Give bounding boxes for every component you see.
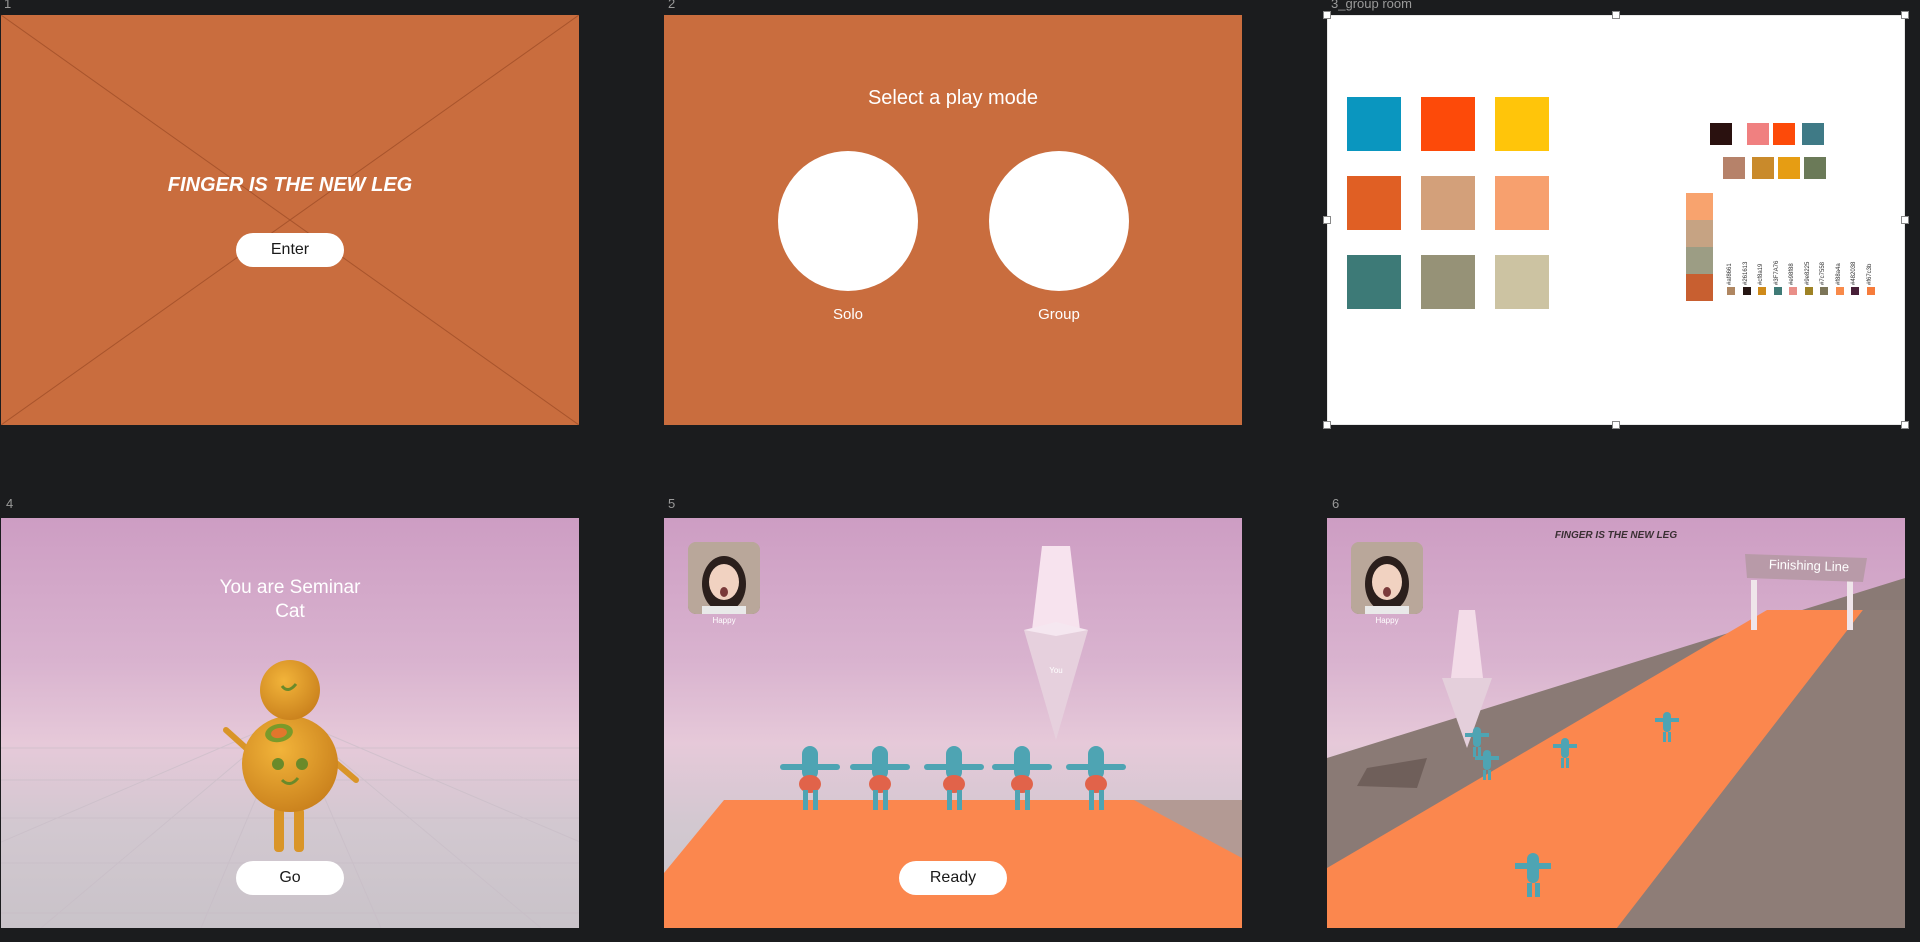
hex-color-dot bbox=[1835, 287, 1844, 295]
solo-mode-button[interactable] bbox=[778, 151, 918, 291]
character-heading-line2: Cat bbox=[275, 601, 305, 622]
resize-handle-tl[interactable] bbox=[1323, 11, 1331, 19]
frame-3-color-palette[interactable]: #af8661 #261613 #cf8a19 #3F7A76 #e98f88 #9e82… bbox=[1327, 15, 1905, 425]
emotion-caption: Happy bbox=[712, 616, 736, 625]
frame-2-mode-select[interactable]: Select a play mode Solo Group bbox=[664, 15, 1242, 425]
hex-code-label: #261613 bbox=[1742, 261, 1749, 285]
resize-handle-tr[interactable] bbox=[1901, 11, 1909, 19]
hex-code-label: #f88a4a bbox=[1835, 263, 1842, 285]
swatch-small-dark bbox=[1710, 123, 1732, 145]
frame-label-6: 6 bbox=[1332, 496, 1340, 511]
hex-code-label: #482038 bbox=[1851, 261, 1857, 285]
frame-label-1: 1 bbox=[4, 0, 12, 11]
ready-button[interactable]: Ready bbox=[899, 861, 1007, 895]
hex-code-label: #3F7A76 bbox=[1773, 260, 1780, 285]
swatch-small-orange bbox=[1773, 123, 1795, 145]
stack-rust bbox=[1686, 274, 1713, 301]
hex-color-dot bbox=[1742, 287, 1751, 295]
swatch-teal bbox=[1347, 255, 1401, 309]
frame-label-5: 5 bbox=[668, 496, 676, 511]
hex-color-dot bbox=[1851, 287, 1859, 295]
player-marker-label: You bbox=[1049, 666, 1063, 675]
resize-handle-tc[interactable] bbox=[1612, 11, 1620, 19]
frame-label-2: 2 bbox=[668, 0, 676, 11]
hex-code-label: #af8661 bbox=[1727, 263, 1733, 285]
selection-outline bbox=[1327, 15, 1905, 425]
game-title: FINGER IS THE NEW LEG bbox=[167, 174, 413, 196]
group-mode-button[interactable] bbox=[989, 151, 1129, 291]
placeholder-cross bbox=[1, 15, 579, 425]
swatch-tan bbox=[1421, 176, 1475, 230]
player-avatar bbox=[688, 542, 760, 614]
swatch-peach bbox=[1495, 176, 1549, 230]
character-heading-line1: You are Seminar bbox=[219, 577, 361, 598]
swatch-blue bbox=[1347, 97, 1401, 151]
frame-6-race[interactable]: FINGER IS THE NEW LEG Finishing Line Hap… bbox=[1327, 518, 1905, 928]
stack-tan bbox=[1686, 220, 1713, 247]
swatch-small-pink bbox=[1747, 123, 1769, 145]
enter-button[interactable]: Enter bbox=[236, 233, 344, 267]
frame-4-character-reveal[interactable]: You are Seminar Cat Go bbox=[1, 518, 579, 928]
hex-code-label: #f67c3b bbox=[1866, 263, 1873, 285]
hex-color-dot bbox=[1866, 287, 1875, 295]
resize-handle-br[interactable] bbox=[1901, 421, 1909, 429]
resize-handle-ml[interactable] bbox=[1323, 216, 1331, 224]
hex-code-label: #e98f88 bbox=[1789, 263, 1795, 285]
swatch-small-moss bbox=[1804, 157, 1826, 179]
hex-color-dot bbox=[1804, 287, 1813, 295]
group-label: Group bbox=[1038, 306, 1080, 323]
resize-handle-mr[interactable] bbox=[1901, 216, 1909, 224]
hex-code-label: #9e8225 bbox=[1804, 261, 1811, 285]
resize-handle-bl[interactable] bbox=[1323, 421, 1331, 429]
go-button[interactable]: Go bbox=[236, 861, 344, 895]
player-avatar bbox=[1351, 542, 1423, 614]
swatch-small-gold bbox=[1778, 157, 1800, 179]
swatch-orange bbox=[1347, 176, 1401, 230]
swatch-olive-gray bbox=[1421, 255, 1475, 309]
hex-color-dot bbox=[1773, 287, 1782, 295]
swatch-small-ochre bbox=[1752, 157, 1774, 179]
emotion-caption: Happy bbox=[1375, 616, 1399, 625]
frame-label-3: 3_group room bbox=[1331, 0, 1412, 11]
hex-color-dot bbox=[1727, 287, 1735, 295]
hex-color-dot bbox=[1789, 287, 1797, 295]
stack-sage bbox=[1686, 247, 1713, 274]
swatch-small-teal bbox=[1802, 123, 1824, 145]
seminar-cat-character bbox=[223, 660, 359, 852]
swatch-red-orange bbox=[1421, 97, 1475, 151]
hex-color-dot bbox=[1820, 287, 1828, 295]
swatch-beige bbox=[1495, 255, 1549, 309]
frame-label-4: 4 bbox=[6, 496, 14, 511]
mode-heading: Select a play mode bbox=[867, 87, 1039, 109]
frame-1-start-screen[interactable]: FINGER IS THE NEW LEG Enter bbox=[1, 15, 579, 425]
hex-code-label: #7c7558 bbox=[1820, 261, 1826, 285]
hex-color-dot bbox=[1758, 287, 1766, 295]
swatch-small-brown bbox=[1723, 157, 1745, 179]
hud-title: FINGER IS THE NEW LEG bbox=[1554, 530, 1678, 541]
swatch-yellow bbox=[1495, 97, 1549, 151]
resize-handle-bc[interactable] bbox=[1612, 421, 1620, 429]
stack-peach bbox=[1686, 193, 1713, 220]
character-heading: You are Seminar Cat bbox=[1, 576, 579, 624]
hex-code-label: #cf8a19 bbox=[1758, 263, 1764, 285]
solo-label: Solo bbox=[832, 306, 864, 323]
frame-5-lineup[interactable]: You Happy Ready bbox=[664, 518, 1242, 928]
